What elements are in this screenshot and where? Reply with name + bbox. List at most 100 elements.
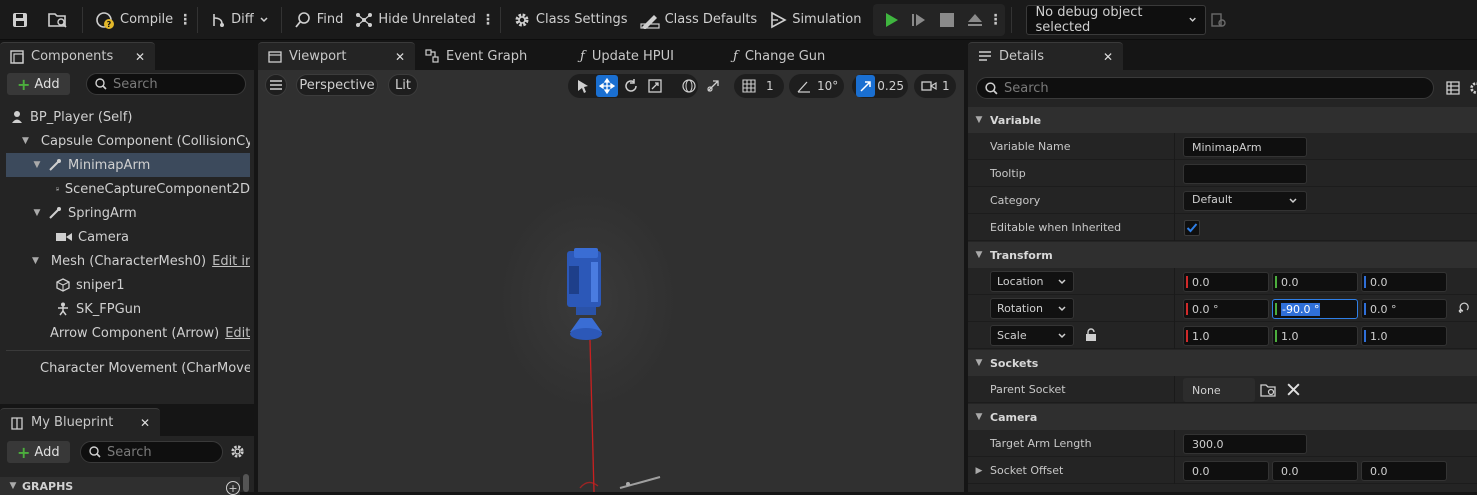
editable-inherited-row: Editable when Inherited xyxy=(968,214,1477,241)
category-combo[interactable]: Default xyxy=(1183,191,1307,211)
socket-offset-y-field[interactable]: 0.0 xyxy=(1272,461,1358,481)
tree-item-scenecapture[interactable]: SceneCaptureComponent2D xyxy=(6,177,250,201)
tree-item-arrow[interactable]: Arrow Component (Arrow) Edit xyxy=(6,321,250,345)
scale-mode-dropdown[interactable]: Scale xyxy=(990,325,1074,346)
close-icon[interactable]: ✕ xyxy=(395,50,405,64)
target-arm-length-field[interactable]: 300.0 xyxy=(1183,434,1307,454)
compile-options-icon[interactable]: ⋮ xyxy=(178,12,192,28)
property-matrix-button[interactable] xyxy=(1446,81,1460,98)
tab-update-hpui-label: Update HPUI xyxy=(591,48,674,64)
play-icon[interactable] xyxy=(877,6,905,34)
viewport[interactable]: Perspective Lit 1 10° 0.25 1 xyxy=(258,70,964,492)
caret-down-icon[interactable]: ▼ xyxy=(32,256,39,266)
add-graph-icon[interactable]: + xyxy=(226,481,240,495)
variable-section-header[interactable]: ▼ Variable xyxy=(968,107,1477,133)
components-search-input[interactable]: Search xyxy=(86,73,246,95)
tab-change-gun[interactable]: ƒ Change Gun xyxy=(723,42,873,70)
tree-item-capsule[interactable]: ▼ Capsule Component (CollisionCylinder) xyxy=(6,129,250,153)
tree-item-charmovement[interactable]: Character Movement (CharMoveComp) xyxy=(6,356,250,380)
variable-name-field[interactable]: MinimapArm xyxy=(1183,137,1307,157)
search-icon xyxy=(985,81,998,95)
diff-label: Diff xyxy=(231,12,254,27)
rotation-z-field[interactable]: 0.0 ° xyxy=(1361,299,1447,319)
edit-link[interactable]: Edit xyxy=(225,326,250,341)
hide-unrelated-button[interactable]: Hide Unrelated xyxy=(349,5,482,35)
reset-to-default-icon[interactable] xyxy=(1457,301,1469,316)
graphs-section-header[interactable]: ▼ GRAPHS + xyxy=(0,477,240,495)
simulation-button[interactable]: Simulation xyxy=(763,5,867,35)
parent-socket-field[interactable]: None xyxy=(1183,378,1255,402)
editable-inherited-checkbox[interactable] xyxy=(1184,220,1200,236)
rotation-x-field[interactable]: 0.0 ° xyxy=(1183,299,1269,319)
play-options-icon[interactable]: ⋮ xyxy=(988,12,1002,28)
debug-filter-button[interactable] xyxy=(1206,5,1232,35)
details-search-input[interactable]: Search xyxy=(976,77,1434,99)
add-blueprint-item-button[interactable]: + Add xyxy=(7,441,70,463)
caret-down-icon[interactable]: ▼ xyxy=(32,208,42,218)
tab-details[interactable]: Details ✕ xyxy=(968,42,1123,70)
eject-icon[interactable] xyxy=(961,6,989,34)
panel-scrollbar[interactable] xyxy=(243,474,249,492)
tab-details-label: Details xyxy=(999,49,1045,64)
tab-event-graph[interactable]: Event Graph xyxy=(415,42,570,70)
column-divider xyxy=(1174,268,1175,295)
compile-button[interactable]: ? Compile xyxy=(89,5,179,35)
location-z-field[interactable]: 0.0 xyxy=(1361,272,1447,292)
browse-socket-icon[interactable] xyxy=(1260,382,1276,401)
scale-z-field[interactable]: 1.0 xyxy=(1361,326,1447,346)
browse-button[interactable] xyxy=(40,5,76,35)
find-button[interactable]: Find xyxy=(288,5,350,35)
blueprint-search-input[interactable]: Search xyxy=(80,441,223,463)
clear-socket-icon[interactable] xyxy=(1286,382,1301,400)
blueprint-settings-button[interactable] xyxy=(229,443,246,463)
details-settings-button[interactable] xyxy=(1468,80,1477,99)
hide-unrelated-options-icon[interactable]: ⋮ xyxy=(481,12,495,28)
scale-y-field[interactable]: 1.0 xyxy=(1272,326,1358,346)
tree-item-self[interactable]: BP_Player (Self) xyxy=(6,105,250,129)
class-defaults-button[interactable]: Class Defaults xyxy=(634,5,764,35)
transform-section-header[interactable]: ▼ Transform xyxy=(968,242,1477,268)
close-icon[interactable]: ✕ xyxy=(140,416,150,430)
debug-object-select[interactable]: No debug object selected xyxy=(1026,4,1207,35)
stop-icon[interactable] xyxy=(933,6,961,34)
add-component-button[interactable]: + Add xyxy=(7,73,70,95)
tree-item-label: Character Movement (CharMoveComp) xyxy=(40,360,250,376)
tree-item-sk-fpgun[interactable]: SK_FPGun xyxy=(6,297,250,321)
step-icon[interactable] xyxy=(905,6,933,34)
camera-section-header[interactable]: ▼ Camera xyxy=(968,404,1477,430)
tree-item-camera[interactable]: Camera xyxy=(6,225,250,249)
diff-button[interactable]: Diff xyxy=(204,5,275,35)
tab-update-hpui[interactable]: ƒ Update HPUI xyxy=(570,42,723,70)
tab-viewport[interactable]: Viewport ✕ xyxy=(258,42,415,70)
tooltip-field[interactable] xyxy=(1183,164,1307,184)
location-y-field[interactable]: 0.0 xyxy=(1272,272,1358,292)
socket-offset-x-field[interactable]: 0.0 xyxy=(1183,461,1269,481)
save-button[interactable] xyxy=(0,5,40,35)
tree-item-sniper1[interactable]: sniper1 xyxy=(6,273,250,297)
edit-in-link[interactable]: Edit in xyxy=(212,254,250,269)
tree-item-springarm[interactable]: ▼ SpringArm xyxy=(6,201,250,225)
socket-offset-z-field[interactable]: 0.0 xyxy=(1361,461,1447,481)
scale-x-field[interactable]: 1.0 xyxy=(1183,326,1269,346)
next-property-row xyxy=(968,484,1477,492)
variable-header-label: Variable xyxy=(990,113,1042,127)
caret-down-icon[interactable]: ▼ xyxy=(22,136,29,146)
scale-label: Scale xyxy=(997,329,1027,342)
rotation-y-field[interactable]: -90.0 ° xyxy=(1272,299,1358,319)
caret-down-icon[interactable]: ▼ xyxy=(32,160,42,170)
close-icon[interactable]: ✕ xyxy=(1103,50,1113,64)
close-icon[interactable]: ✕ xyxy=(135,50,145,64)
rotation-y-selected-text: -90.0 ° xyxy=(1281,302,1321,316)
tree-item-label: SK_FPGun xyxy=(76,301,142,317)
tree-item-minimaparm[interactable]: ▼ MinimapArm xyxy=(6,153,250,177)
tab-components[interactable]: Components ✕ xyxy=(0,42,155,70)
rotation-mode-dropdown[interactable]: Rotation xyxy=(990,298,1074,319)
tree-item-mesh[interactable]: ▼ Mesh (CharacterMesh0) Edit in xyxy=(6,249,250,273)
location-mode-dropdown[interactable]: Location xyxy=(990,271,1074,292)
tab-my-blueprint[interactable]: My Blueprint ✕ xyxy=(0,408,160,436)
lock-icon[interactable] xyxy=(1084,328,1098,345)
location-x-field[interactable]: 0.0 xyxy=(1183,272,1269,292)
caret-right-icon[interactable]: ▶ xyxy=(974,466,984,476)
sockets-section-header[interactable]: ▼ Sockets xyxy=(968,350,1477,376)
class-settings-button[interactable]: Class Settings xyxy=(507,5,634,35)
